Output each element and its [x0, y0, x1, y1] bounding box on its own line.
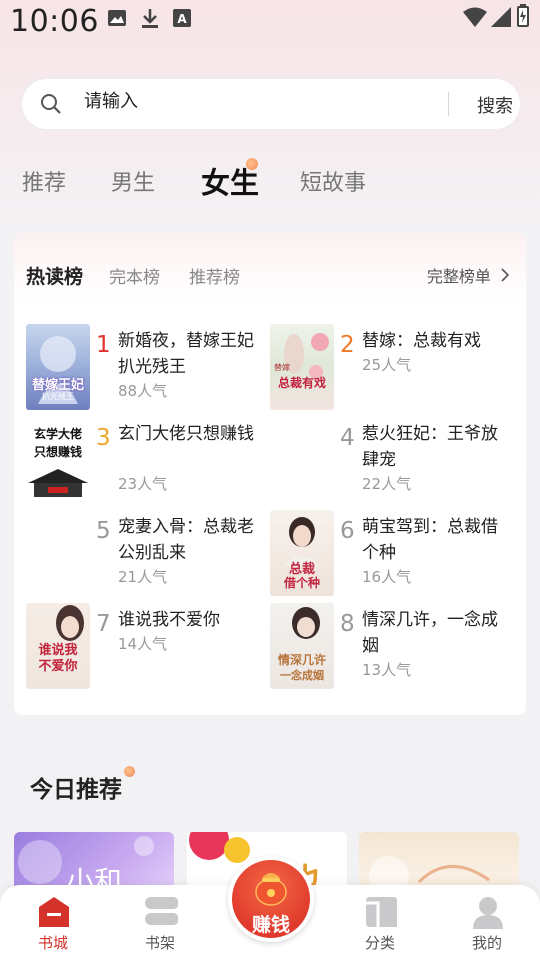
- tab-bookshelf[interactable]: 书架: [120, 885, 200, 960]
- tab-bookstore[interactable]: 书城: [13, 885, 93, 960]
- earn-money-button[interactable]: 赚钱: [228, 856, 314, 942]
- chevron-right-icon: [501, 268, 510, 282]
- book-cover: 玄学大佬 只想赚钱: [26, 417, 90, 503]
- book-item[interactable]: 总裁有戏 替嫁 2 替嫁：总裁有戏 25人气: [270, 324, 516, 412]
- svg-text:A: A: [177, 12, 187, 26]
- book-title: 替嫁：总裁有戏: [362, 331, 481, 351]
- search-button[interactable]: 搜索: [477, 92, 513, 118]
- book-popularity: 25人气: [362, 356, 412, 374]
- status-bar: 10:06 A: [0, 0, 540, 44]
- battery-icon: [517, 4, 529, 27]
- book-item[interactable]: 替嫁王妃 扒光残王 1 新婚夜，替嫁王妃扒光残王 88人气: [26, 324, 272, 412]
- cover-title: 情深几许: [277, 653, 326, 667]
- tab-profile[interactable]: 我的: [447, 885, 527, 960]
- bookstore-icon: [39, 897, 69, 927]
- image-icon: [108, 10, 126, 26]
- book-popularity: 14人气: [118, 635, 168, 653]
- rank-number: 6: [340, 518, 355, 544]
- cover-title: 总裁有戏: [277, 376, 326, 390]
- full-ranking-link[interactable]: 完整榜单: [427, 263, 510, 287]
- tab-category[interactable]: 分类: [340, 885, 420, 960]
- status-time: 10:06: [10, 4, 99, 39]
- tab-category-label: 分类: [364, 934, 395, 952]
- money-bag-icon: [255, 873, 287, 906]
- rank-number: 7: [96, 611, 111, 637]
- download-icon: [142, 9, 158, 28]
- search-icon: [41, 94, 61, 114]
- text-icon: A: [173, 9, 191, 27]
- book-item[interactable]: 情深几许 一念成姻 8 情深几许，一念成姻 13人气: [270, 603, 516, 691]
- cover-subtitle: 借个种: [283, 576, 320, 590]
- book-item[interactable]: 总裁 借个种 6 萌宝驾到：总裁借个种 16人气: [270, 510, 516, 598]
- book-popularity: 21人气: [118, 568, 168, 586]
- cover-subtitle: 替嫁: [274, 363, 290, 372]
- book-title: 情深几许，一念成姻: [362, 610, 498, 656]
- earn-money-label: 赚钱: [251, 914, 290, 936]
- ranking-tab-recommended[interactable]: 推荐榜: [189, 263, 240, 288]
- book-cover: 谁说我 不爱你: [26, 603, 90, 689]
- search-divider: [448, 92, 449, 116]
- ranking-tab-completed[interactable]: 完本榜: [109, 263, 160, 288]
- rank-number: 3: [96, 425, 111, 451]
- book-popularity: 13人气: [362, 661, 412, 679]
- bookshelf-icon: [145, 897, 178, 925]
- book-cover: 总裁有戏 替嫁: [270, 324, 334, 410]
- today-section-title: 今日推荐: [30, 777, 122, 803]
- rank-number: 8: [340, 611, 355, 637]
- signal-icon: [491, 7, 511, 27]
- section-title-dot: [124, 766, 135, 777]
- cover-subtitle: 一念成姻: [280, 669, 324, 682]
- book-item[interactable]: 5 宠妻入骨：总裁老公别乱来 21人气: [26, 510, 272, 598]
- book-item[interactable]: 玄学大佬 只想赚钱 3 玄门大佬只想赚钱 23人气: [26, 417, 272, 505]
- book-title: 新婚夜，替嫁王妃扒光残王: [118, 331, 254, 377]
- cover-title: 玄学大佬: [33, 427, 82, 441]
- rank-number: 4: [340, 425, 355, 451]
- tab-male[interactable]: 男生: [111, 165, 155, 197]
- search-bar[interactable]: 搜索: [22, 79, 520, 129]
- book-cover: 替嫁王妃 扒光残王: [26, 324, 90, 410]
- ranking-card: 热读榜 完本榜 推荐榜 完整榜单 替嫁王妃 扒光残王 1 新婚夜，替嫁王妃扒光残…: [14, 233, 526, 715]
- book-title: 谁说我不爱你: [118, 610, 220, 630]
- book-title: 萌宝驾到：总裁借个种: [362, 517, 498, 563]
- book-popularity: 88人气: [118, 382, 168, 400]
- book-title: 惹火狂妃：王爷放肆宠: [362, 424, 498, 470]
- cover-subtitle: 不爱你: [38, 659, 78, 674]
- profile-icon: [473, 897, 503, 929]
- tab-bookstore-label: 书城: [37, 934, 68, 952]
- book-title: 宠妻入骨：总裁老公别乱来: [118, 517, 254, 563]
- search-input[interactable]: [84, 91, 424, 112]
- rank-number: 1: [96, 332, 111, 358]
- tab-short-story[interactable]: 短故事: [300, 165, 366, 197]
- book-popularity: 16人气: [362, 568, 412, 586]
- rank-number: 2: [340, 332, 355, 358]
- book-cover: 总裁 借个种: [270, 510, 334, 596]
- ranking-tab-hot[interactable]: 热读榜: [26, 262, 83, 289]
- cover-subtitle: 只想赚钱: [33, 445, 82, 459]
- category-icon: [366, 897, 397, 927]
- book-item[interactable]: 谁说我 不爱你 7 谁说我不爱你 14人气: [26, 603, 272, 691]
- wifi-icon: [463, 7, 487, 27]
- book-item[interactable]: 4 惹火狂妃：王爷放肆宠 22人气: [270, 417, 516, 505]
- tab-profile-label: 我的: [471, 934, 502, 952]
- tab-recommend[interactable]: 推荐: [22, 165, 66, 197]
- book-cover: 情深几许 一念成姻: [270, 603, 334, 689]
- rank-number: 5: [96, 518, 111, 544]
- tab-bookshelf-label: 书架: [144, 934, 175, 952]
- cover-subtitle: 扒光残王: [42, 392, 74, 401]
- book-title: 玄门大佬只想赚钱: [118, 424, 254, 444]
- book-popularity: 22人气: [362, 475, 412, 493]
- book-popularity: 23人气: [118, 475, 168, 493]
- active-tab-dot: [246, 158, 258, 170]
- full-ranking-label: 完整榜单: [426, 267, 491, 286]
